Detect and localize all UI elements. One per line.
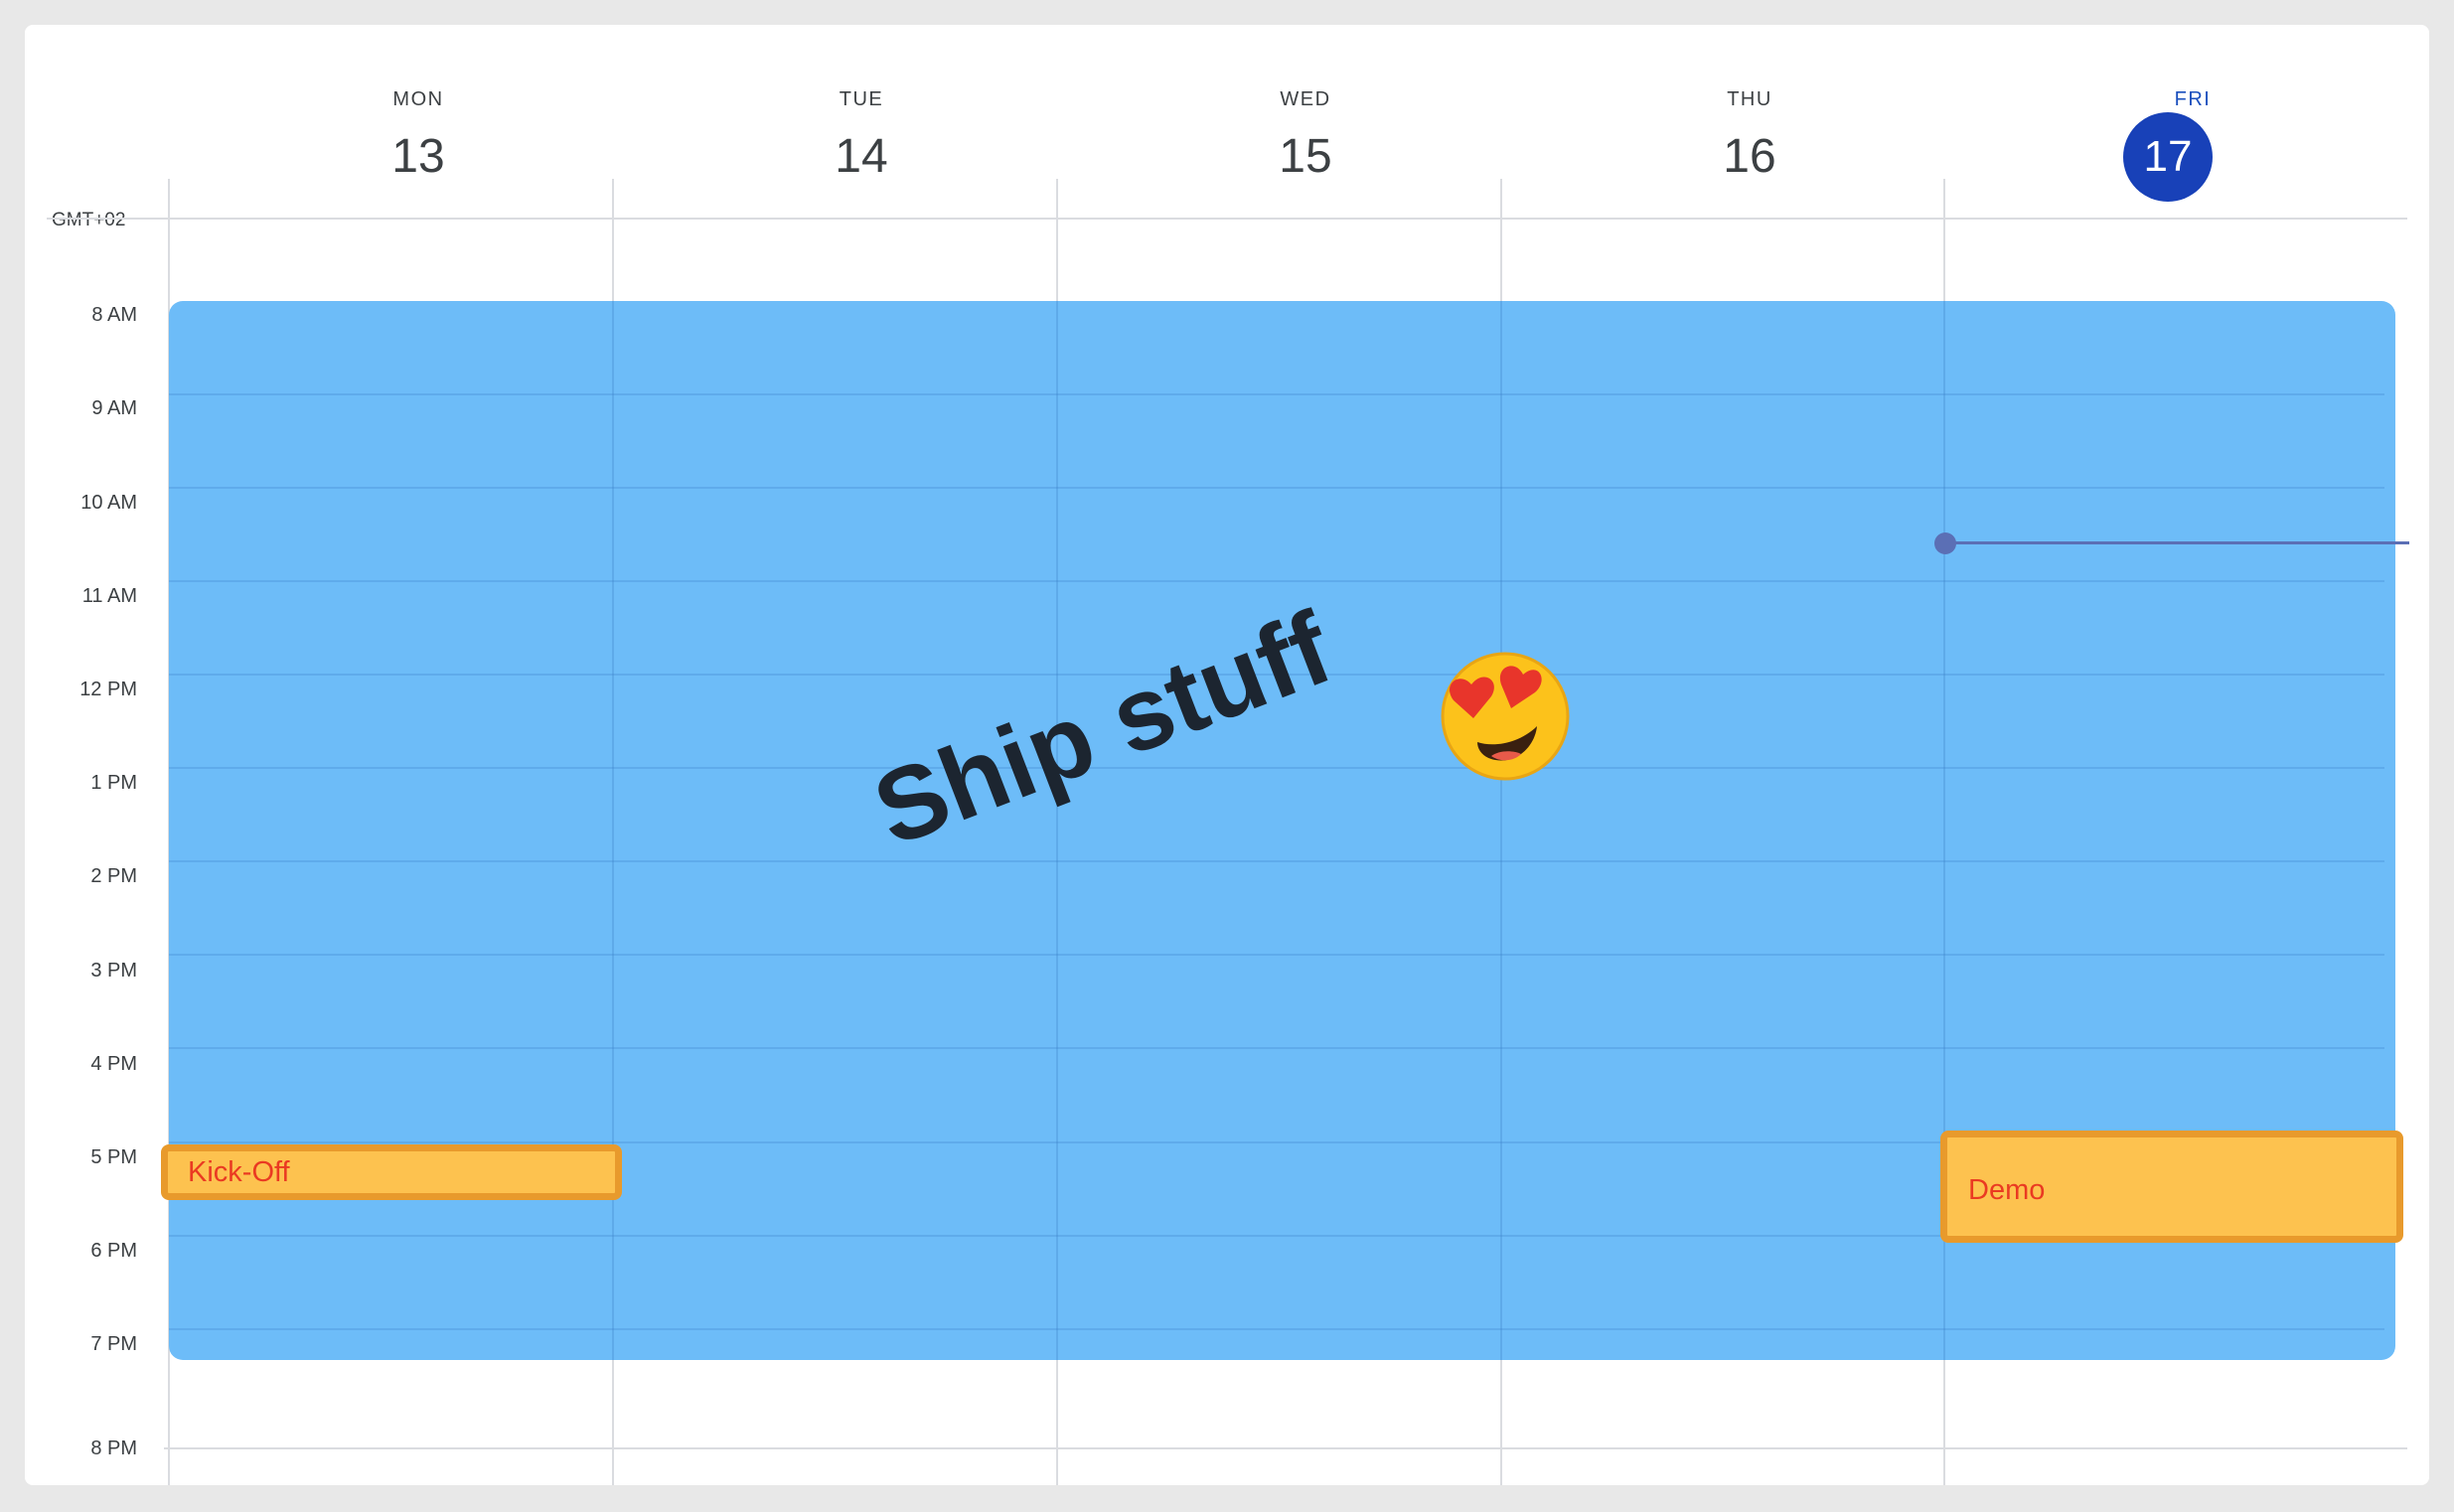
hour-line — [169, 487, 2384, 489]
event-demo[interactable]: Demo — [1940, 1131, 2403, 1243]
hour-line — [169, 393, 2384, 395]
current-time-line — [1945, 541, 2409, 544]
event-demo-title: Demo — [1968, 1174, 2046, 1206]
hour-line — [169, 860, 2384, 862]
hour-label-8pm: 8 PM — [90, 1437, 137, 1459]
day-name-thu: THU — [1727, 88, 1772, 110]
event-kick-off-title: Kick-Off — [188, 1156, 290, 1188]
hour-line — [169, 1047, 2384, 1049]
event-kick-off[interactable]: Kick-Off — [161, 1144, 622, 1200]
day-number-mon[interactable]: 13 — [319, 127, 518, 187]
hour-label-5pm: 5 PM — [90, 1146, 137, 1168]
day-header-mon[interactable] — [319, 25, 518, 224]
column-line — [1500, 301, 1502, 1360]
header-column-divider — [612, 179, 614, 219]
heart-eyes-emoji-icon — [1441, 652, 1570, 781]
hour-line — [169, 580, 2384, 582]
hour-label-4pm: 4 PM — [90, 1053, 137, 1075]
day-name-fri: FRI — [2174, 88, 2212, 110]
hour-label-7pm: 7 PM — [90, 1333, 137, 1355]
header-column-divider — [1943, 179, 1945, 219]
hour-line — [169, 954, 2384, 956]
calendar-week-view: MON 13 TUE 14 WED 15 THU 16 FRI 17 GMT+0… — [25, 25, 2429, 1485]
hour-label-10am: 10 AM — [80, 492, 137, 514]
day-number-thu[interactable]: 16 — [1650, 127, 1849, 187]
day-name-tue: TUE — [839, 88, 884, 110]
header-column-divider — [1056, 179, 1058, 219]
hour-label-11am: 11 AM — [81, 585, 137, 607]
hour-label-2pm: 2 PM — [90, 865, 137, 887]
column-line — [612, 301, 614, 1360]
hour-line — [169, 1328, 2384, 1330]
hour-label-3pm: 3 PM — [90, 960, 137, 982]
hour-label-12pm: 12 PM — [79, 679, 137, 700]
today-date-badge[interactable]: 17 — [2123, 112, 2213, 202]
header-column-divider — [1500, 179, 1502, 219]
day-number-wed[interactable]: 15 — [1206, 127, 1405, 187]
hour-label-9am: 9 AM — [91, 397, 137, 419]
header-column-divider — [168, 179, 170, 219]
hour-label-8am: 8 AM — [91, 304, 137, 326]
day-name-wed: WED — [1280, 88, 1331, 110]
hour-label-6pm: 6 PM — [90, 1240, 137, 1262]
hour-line-8pm — [164, 1447, 2407, 1449]
day-name-mon: MON — [392, 88, 444, 110]
hour-label-1pm: 1 PM — [90, 772, 137, 794]
column-line — [1056, 301, 1058, 1360]
day-number-tue[interactable]: 14 — [762, 127, 961, 187]
hour-line — [169, 767, 2384, 769]
